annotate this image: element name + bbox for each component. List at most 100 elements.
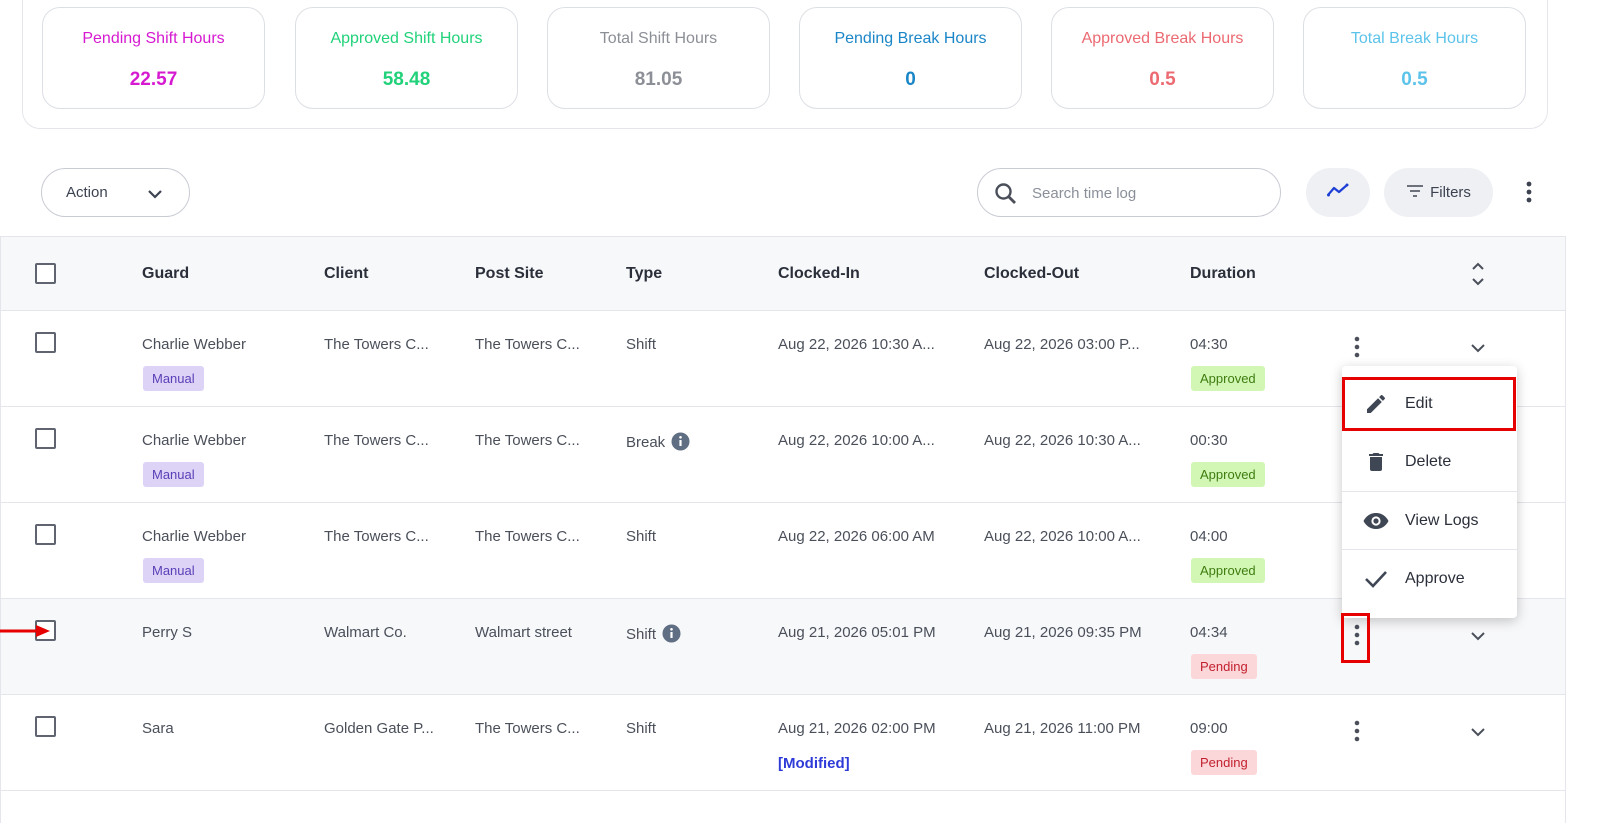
post-site-name: The Towers C... xyxy=(475,336,580,353)
post-site-name: The Towers C... xyxy=(475,528,580,545)
stat-approved-break-hours: Approved Break Hours 0.5 xyxy=(1051,7,1274,109)
chevron-down-icon[interactable] xyxy=(1470,629,1486,647)
select-all-checkbox[interactable] xyxy=(35,263,56,284)
entry-type: Shift xyxy=(626,336,657,353)
search-box[interactable] xyxy=(977,168,1281,217)
table-row[interactable]: Perry S Walmart Co. Walmart street Shift… xyxy=(1,599,1565,695)
stat-total-shift-hours: Total Shift Hours 81.05 xyxy=(547,7,770,109)
col-client[interactable]: Client xyxy=(324,265,368,283)
clocked-in-time: Aug 22, 2026 10:30 A... xyxy=(778,336,935,353)
stat-label: Approved Shift Hours xyxy=(330,30,483,47)
client-name: Walmart Co. xyxy=(324,624,407,641)
entry-type: Shift xyxy=(626,720,657,737)
table-row[interactable]: Charlie Webber Manual The Towers C... Th… xyxy=(1,311,1565,407)
stat-approved-shift-hours: Approved Shift Hours 58.48 xyxy=(295,7,518,109)
duration-value: 00:30 xyxy=(1190,432,1228,449)
status-badge: Approved xyxy=(1191,366,1265,391)
col-guard[interactable]: Guard xyxy=(142,265,189,283)
expand-collapse-icon[interactable] xyxy=(1470,261,1486,292)
clocked-out-time: Aug 21, 2026 09:35 PM xyxy=(984,624,1142,641)
search-icon xyxy=(993,181,1019,212)
guard-name: Sara xyxy=(142,720,174,737)
stat-label: Pending Shift Hours xyxy=(82,30,225,47)
client-name: The Towers C... xyxy=(324,528,429,545)
eye-icon xyxy=(1362,507,1390,535)
trending-icon xyxy=(1327,183,1349,202)
chevron-down-icon xyxy=(147,187,163,204)
stat-value: 0 xyxy=(905,69,916,90)
entry-type: Shift xyxy=(626,624,681,647)
time-log-table: Guard Client Post Site Type Clocked-In C… xyxy=(0,236,1566,823)
modified-note[interactable]: [Modified] xyxy=(778,755,850,772)
stat-pending-break-hours: Pending Break Hours 0 xyxy=(799,7,1022,109)
entry-type: Shift xyxy=(626,528,657,545)
row-actions-icon[interactable] xyxy=(1353,720,1361,747)
client-name: Golden Gate P... xyxy=(324,720,434,737)
stat-label: Total Shift Hours xyxy=(599,30,718,47)
stat-pending-shift-hours: Pending Shift Hours 22.57 xyxy=(42,7,265,109)
duration-value: 04:00 xyxy=(1190,528,1228,545)
table-row[interactable]: Charlie Webber Manual The Towers C... Th… xyxy=(1,503,1565,599)
highlight-more-box xyxy=(1341,613,1370,663)
clocked-in-time: Aug 21, 2026 02:00 PM xyxy=(778,720,936,737)
menu-item-label: View Logs xyxy=(1405,512,1479,529)
col-clocked-out[interactable]: Clocked-Out xyxy=(984,265,1079,283)
client-name: The Towers C... xyxy=(324,432,429,449)
filters-button[interactable]: Filters xyxy=(1384,168,1493,217)
client-name: The Towers C... xyxy=(324,336,429,353)
post-site-name: The Towers C... xyxy=(475,432,580,449)
menu-item-delete[interactable]: Delete xyxy=(1342,433,1517,491)
col-type[interactable]: Type xyxy=(626,265,662,283)
action-label: Action xyxy=(66,184,108,201)
row-checkbox[interactable] xyxy=(35,716,56,737)
stat-label: Total Break Hours xyxy=(1350,30,1479,47)
stat-label: Approved Break Hours xyxy=(1081,30,1244,47)
stat-value: 81.05 xyxy=(634,69,683,90)
stats-panel: Pending Shift Hours 22.57 Approved Shift… xyxy=(22,0,1548,129)
col-post-site[interactable]: Post Site xyxy=(475,265,543,283)
table-header: Guard Client Post Site Type Clocked-In C… xyxy=(1,237,1565,311)
post-site-name: Walmart street xyxy=(475,624,572,641)
row-actions-icon[interactable] xyxy=(1353,336,1361,363)
manual-tag: Manual xyxy=(143,558,204,583)
menu-item-label: Delete xyxy=(1405,453,1452,470)
clocked-out-time: Aug 21, 2026 11:00 PM xyxy=(984,720,1141,737)
info-icon[interactable] xyxy=(662,624,681,647)
menu-item-view-logs[interactable]: View Logs xyxy=(1342,492,1517,550)
table-row[interactable]: Sara Golden Gate P... The Towers C... Sh… xyxy=(1,695,1565,791)
action-dropdown[interactable]: Action xyxy=(41,168,190,217)
stat-label: Pending Break Hours xyxy=(834,30,987,47)
menu-item-approve[interactable]: Approve xyxy=(1342,550,1517,608)
filters-label: Filters xyxy=(1430,184,1471,201)
search-input[interactable] xyxy=(1032,182,1262,204)
entry-type: Break xyxy=(626,432,690,455)
info-icon[interactable] xyxy=(671,432,690,455)
arrow-right-icon xyxy=(0,623,52,644)
manual-tag: Manual xyxy=(143,366,204,391)
stat-value: 58.48 xyxy=(382,69,431,90)
row-checkbox[interactable] xyxy=(35,428,56,449)
row-checkbox[interactable] xyxy=(35,524,56,545)
status-badge: Approved xyxy=(1191,462,1265,487)
guard-name: Charlie Webber xyxy=(142,336,246,353)
guard-name: Charlie Webber xyxy=(142,528,246,545)
row-checkbox[interactable] xyxy=(35,332,56,353)
chevron-down-icon[interactable] xyxy=(1470,725,1486,743)
chart-toggle-button[interactable] xyxy=(1306,168,1370,217)
stat-value: 0.5 xyxy=(1401,69,1428,90)
col-clocked-in[interactable]: Clocked-In xyxy=(778,265,860,283)
guard-name: Perry S xyxy=(142,624,193,641)
chevron-down-icon[interactable] xyxy=(1470,341,1486,359)
stat-value: 22.57 xyxy=(129,69,178,90)
guard-name: Charlie Webber xyxy=(142,432,246,449)
stat-value: 0.5 xyxy=(1149,69,1176,90)
table-row[interactable]: Charlie Webber Manual The Towers C... Th… xyxy=(1,407,1565,503)
status-badge: Approved xyxy=(1191,558,1265,583)
stat-total-break-hours: Total Break Hours 0.5 xyxy=(1303,7,1526,109)
col-duration[interactable]: Duration xyxy=(1190,265,1256,283)
clocked-in-time: Aug 22, 2026 10:00 A... xyxy=(778,432,935,449)
duration-value: 04:34 xyxy=(1190,624,1228,641)
more-vertical-icon[interactable] xyxy=(1521,180,1537,209)
filter-icon xyxy=(1406,184,1424,202)
menu-item-label: Approve xyxy=(1405,570,1465,587)
